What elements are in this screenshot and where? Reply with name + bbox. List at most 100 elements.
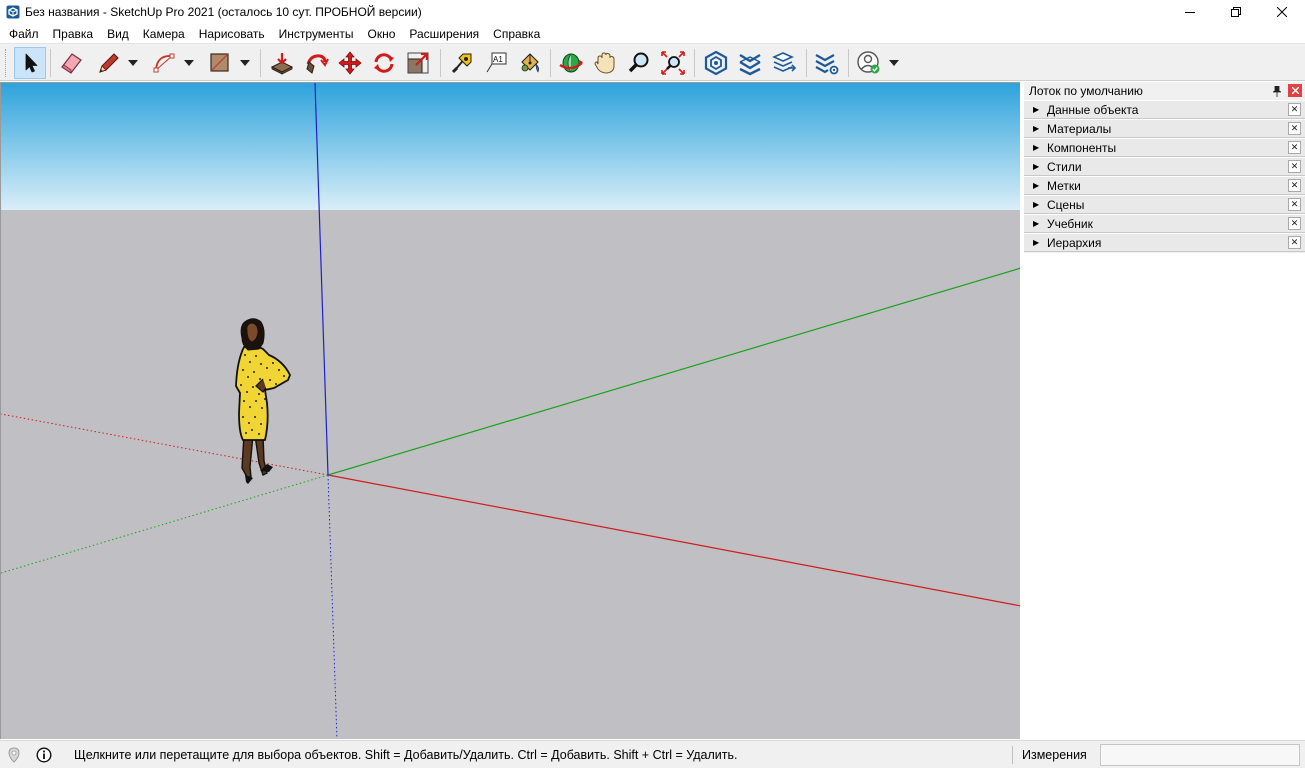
3d-warehouse-button[interactable] bbox=[700, 47, 732, 79]
expand-triangle-icon: ▶ bbox=[1033, 161, 1040, 171]
measurements-label: Измерения bbox=[1022, 748, 1087, 762]
rectangle-tool-dropdown[interactable] bbox=[238, 47, 252, 79]
select-arrow-icon bbox=[25, 53, 38, 73]
geolocation-icon[interactable] bbox=[7, 747, 21, 763]
text-tool-button[interactable]: A1 bbox=[480, 47, 512, 79]
toolbar-separator bbox=[50, 49, 51, 77]
tape-measure-tool-button[interactable] bbox=[446, 47, 478, 79]
tray-panel-materials[interactable]: ▶ Материалы ✕ bbox=[1024, 119, 1305, 138]
title-bar: Без названия - SketchUp Pro 2021 (остало… bbox=[0, 0, 1305, 24]
toolbar: A1 bbox=[0, 43, 1305, 81]
zoom-tool-button[interactable] bbox=[623, 47, 655, 79]
panel-close-button[interactable]: ✕ bbox=[1288, 122, 1301, 135]
sketchup-logo-icon bbox=[6, 5, 20, 19]
pin-icon[interactable] bbox=[1271, 85, 1283, 97]
chevron-down-icon bbox=[184, 60, 194, 66]
toolbar-grip[interactable] bbox=[5, 49, 8, 77]
menu-view[interactable]: Вид bbox=[100, 25, 136, 43]
account-dropdown[interactable] bbox=[887, 47, 901, 79]
account-button[interactable] bbox=[853, 47, 885, 79]
chevron-down-icon bbox=[889, 60, 899, 66]
line-tool-dropdown[interactable] bbox=[126, 47, 140, 79]
tray-panel-label: Данные объекта bbox=[1047, 102, 1139, 117]
close-button[interactable] bbox=[1259, 0, 1305, 24]
tray-title: Лоток по умолчанию bbox=[1029, 84, 1143, 98]
menu-edit[interactable]: Правка bbox=[46, 25, 101, 43]
toolbar-separator bbox=[694, 49, 695, 77]
move-icon bbox=[338, 51, 362, 75]
maximize-button[interactable] bbox=[1213, 0, 1259, 24]
orbit-tool-button[interactable] bbox=[555, 47, 587, 79]
menu-bar: Файл Правка Вид Камера Нарисовать Инстру… bbox=[0, 24, 1305, 43]
ground bbox=[1, 210, 1020, 739]
paint-bucket-icon bbox=[521, 53, 539, 73]
panel-close-button[interactable]: ✕ bbox=[1288, 160, 1301, 173]
rotate-tool-button[interactable] bbox=[368, 47, 400, 79]
zoom-extents-icon bbox=[661, 51, 685, 75]
close-icon bbox=[1277, 7, 1287, 17]
scale-icon bbox=[407, 52, 429, 74]
arc-tool-button[interactable] bbox=[148, 47, 180, 79]
rectangle-icon bbox=[210, 53, 229, 72]
scale-tool-button[interactable] bbox=[402, 47, 434, 79]
chevron-down-icon bbox=[240, 60, 250, 66]
menu-file[interactable]: Файл bbox=[2, 25, 46, 43]
tray-panel-entity-info[interactable]: ▶ Данные объекта ✕ bbox=[1024, 100, 1305, 119]
menu-extensions[interactable]: Расширения bbox=[402, 25, 486, 43]
tray-panel-label: Иерархия bbox=[1047, 235, 1102, 250]
zoom-icon bbox=[628, 52, 649, 73]
paint-bucket-tool-button[interactable] bbox=[514, 47, 546, 79]
modeling-viewport[interactable] bbox=[0, 82, 1020, 739]
3d-warehouse-icon bbox=[704, 50, 728, 76]
tray-panel-instructor[interactable]: ▶ Учебник ✕ bbox=[1024, 214, 1305, 233]
arc-icon bbox=[153, 53, 175, 73]
expand-triangle-icon: ▶ bbox=[1033, 123, 1040, 133]
account-icon bbox=[857, 51, 880, 74]
tray-panel-outliner[interactable]: ▶ Иерархия ✕ bbox=[1024, 233, 1305, 252]
layout-icon bbox=[772, 52, 797, 72]
chevron-down-icon bbox=[128, 60, 138, 66]
menu-help[interactable]: Справка bbox=[486, 25, 547, 43]
pan-tool-button[interactable] bbox=[589, 47, 621, 79]
default-tray: Лоток по умолчанию ▶ Данные объекта ✕ ▶ … bbox=[1024, 82, 1305, 739]
tray-panel-tags[interactable]: ▶ Метки ✕ bbox=[1024, 176, 1305, 195]
pan-hand-icon bbox=[594, 52, 615, 74]
zoom-extents-tool-button[interactable] bbox=[657, 47, 689, 79]
panel-close-button[interactable]: ✕ bbox=[1288, 141, 1301, 154]
sky bbox=[1, 83, 1020, 210]
tray-panel-label: Материалы bbox=[1047, 121, 1112, 136]
menu-camera[interactable]: Камера bbox=[136, 25, 192, 43]
measurements-input[interactable] bbox=[1100, 744, 1300, 766]
arc-tool-dropdown[interactable] bbox=[182, 47, 196, 79]
panel-close-button[interactable]: ✕ bbox=[1288, 217, 1301, 230]
extension-warehouse-button[interactable] bbox=[734, 47, 766, 79]
push-pull-tool-button[interactable] bbox=[266, 47, 298, 79]
restore-icon bbox=[1231, 7, 1241, 17]
panel-close-button[interactable]: ✕ bbox=[1288, 236, 1301, 249]
expand-triangle-icon: ▶ bbox=[1033, 180, 1040, 190]
tray-panel-components[interactable]: ▶ Компоненты ✕ bbox=[1024, 138, 1305, 157]
layout-button[interactable] bbox=[768, 47, 800, 79]
extension-manager-button[interactable] bbox=[811, 47, 843, 79]
follow-me-tool-button[interactable] bbox=[300, 47, 332, 79]
tray-panel-scenes[interactable]: ▶ Сцены ✕ bbox=[1024, 195, 1305, 214]
move-tool-button[interactable] bbox=[334, 47, 366, 79]
eraser-tool-button[interactable] bbox=[55, 47, 87, 79]
minimize-button[interactable] bbox=[1167, 0, 1213, 24]
svg-text:A1: A1 bbox=[493, 55, 503, 64]
panel-close-button[interactable]: ✕ bbox=[1288, 179, 1301, 192]
panel-close-button[interactable]: ✕ bbox=[1288, 198, 1301, 211]
tray-close-button[interactable] bbox=[1288, 84, 1302, 97]
menu-window[interactable]: Окно bbox=[360, 25, 402, 43]
extension-warehouse-icon bbox=[739, 53, 761, 76]
line-tool-button[interactable] bbox=[92, 47, 124, 79]
menu-tools[interactable]: Инструменты bbox=[272, 25, 361, 43]
pencil-line-icon bbox=[99, 53, 119, 73]
tray-panel-styles[interactable]: ▶ Стили ✕ bbox=[1024, 157, 1305, 176]
rectangle-tool-button[interactable] bbox=[204, 47, 236, 79]
info-icon[interactable] bbox=[36, 747, 52, 763]
select-tool-button[interactable] bbox=[14, 47, 46, 79]
menu-draw[interactable]: Нарисовать bbox=[192, 25, 272, 43]
panel-close-button[interactable]: ✕ bbox=[1288, 103, 1301, 116]
viewport-canvas[interactable] bbox=[1, 83, 1020, 739]
